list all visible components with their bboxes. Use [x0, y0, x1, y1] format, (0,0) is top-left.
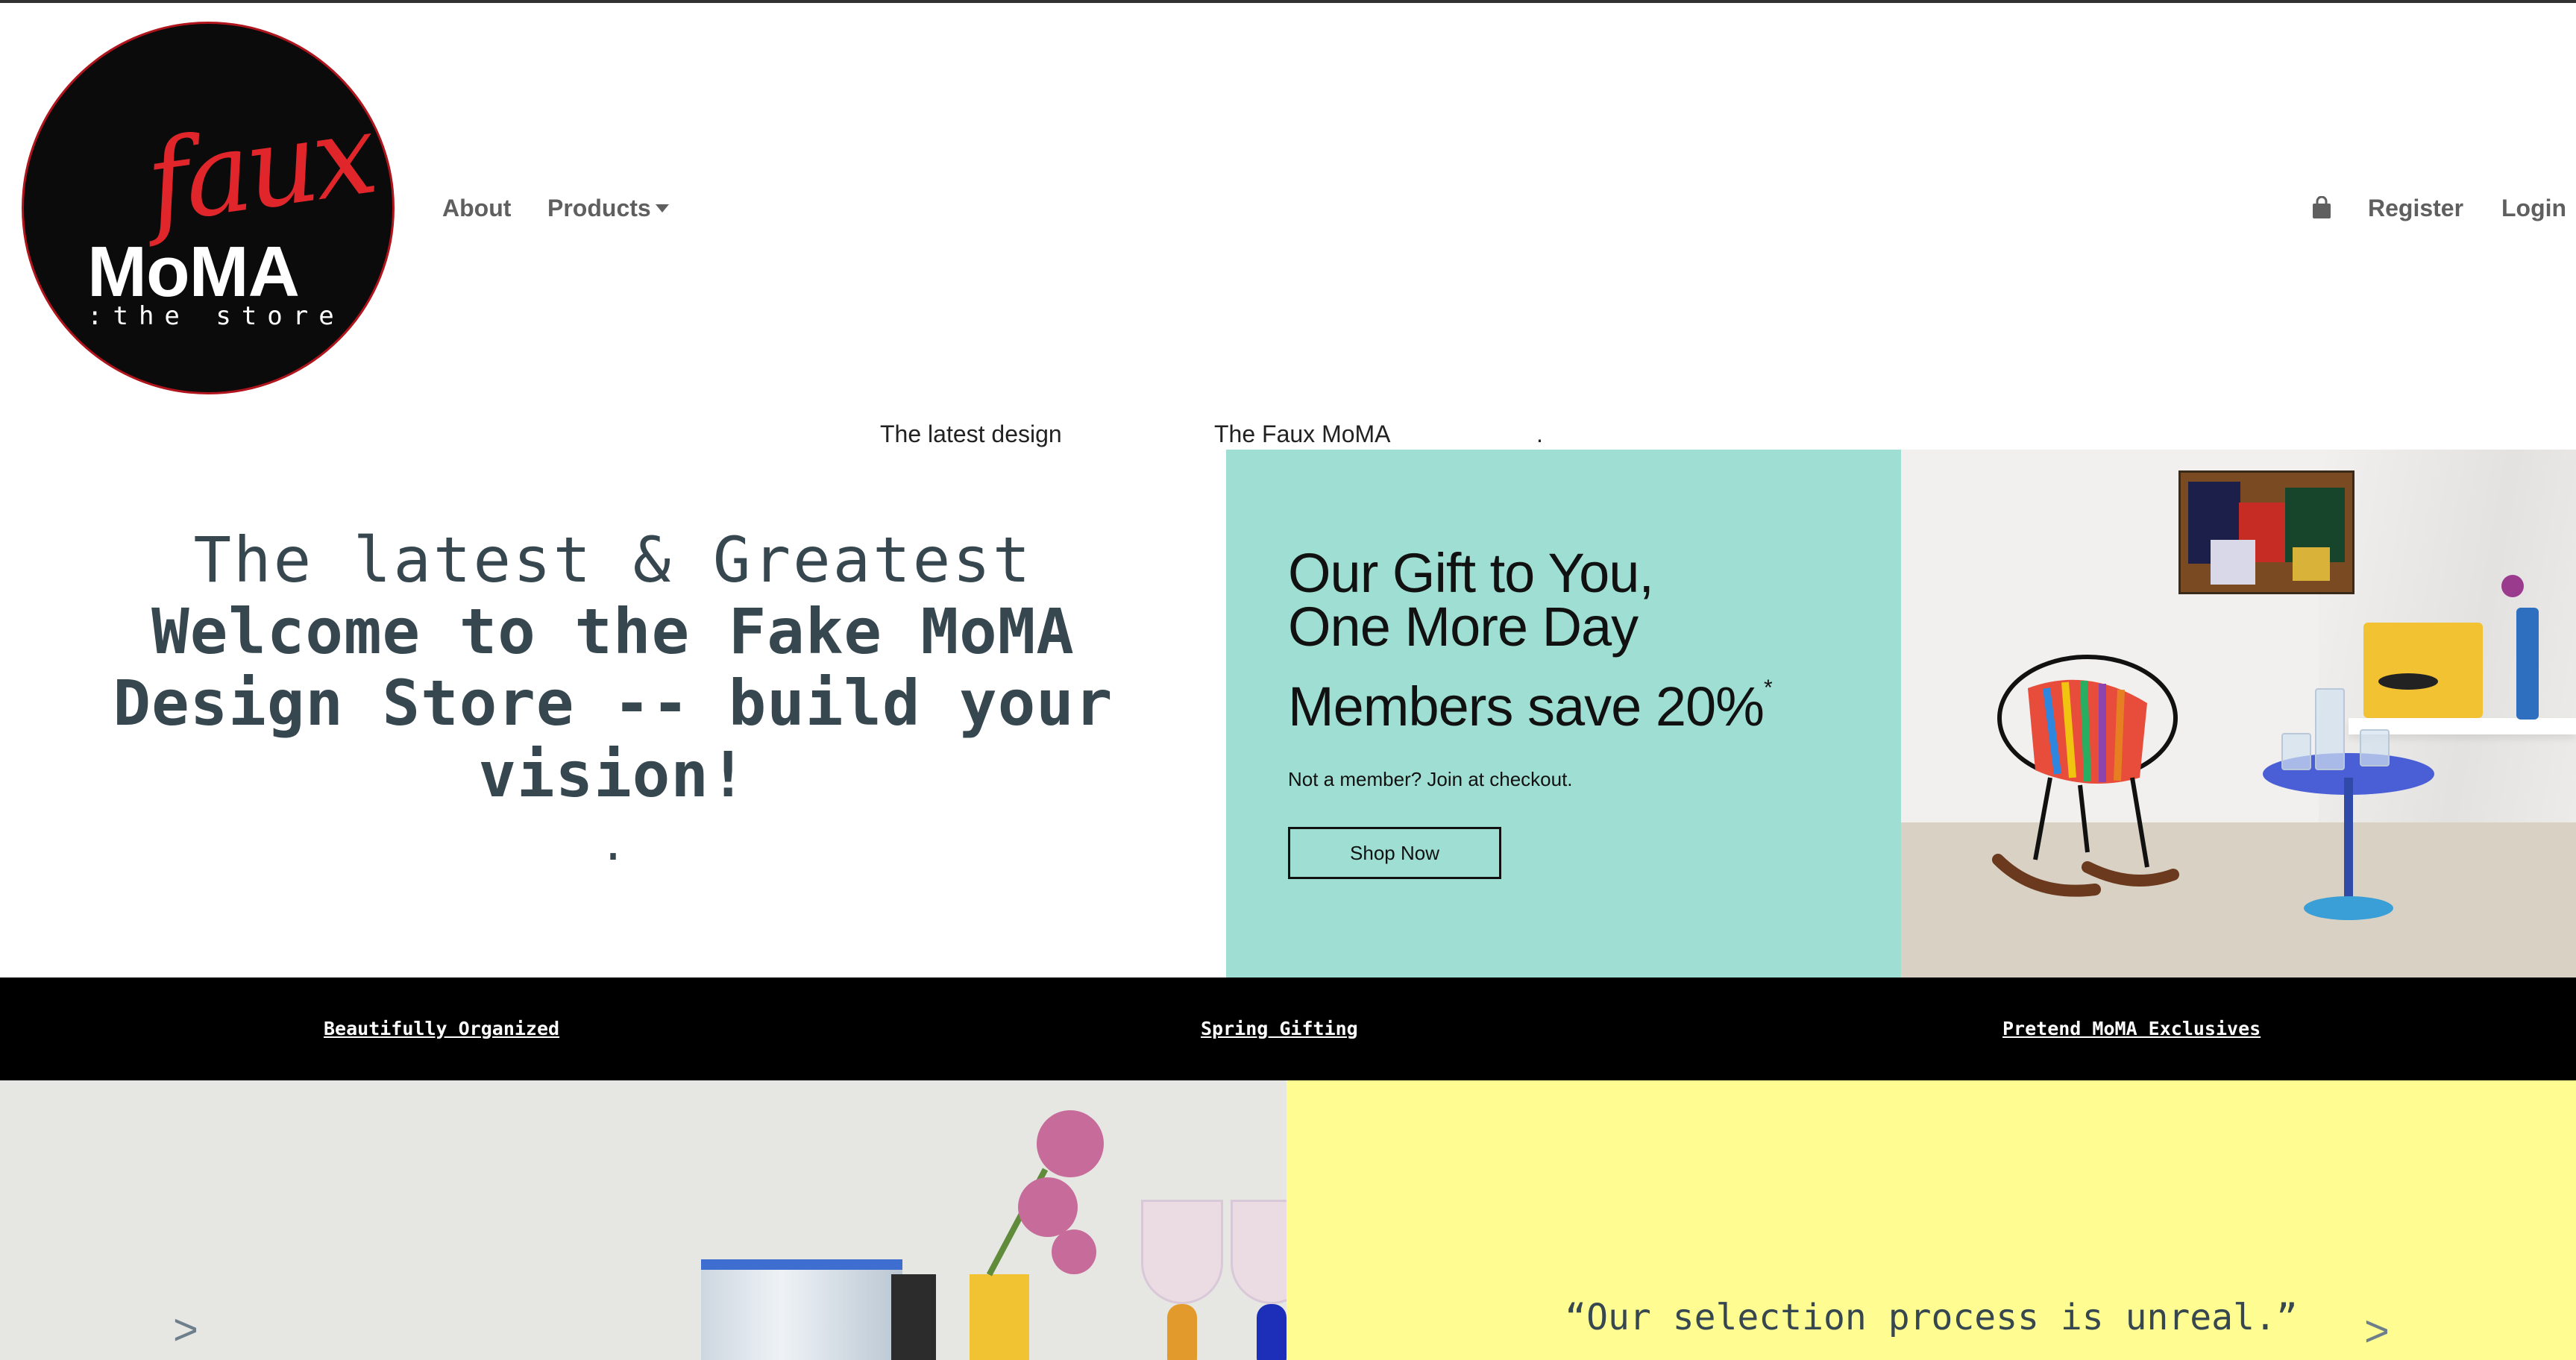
logo-tagline-text: :the store [87, 301, 345, 331]
glass-cup-2 [2360, 729, 2390, 766]
slider-next-arrow[interactable]: > [2364, 1310, 2390, 1353]
nav-products-dropdown[interactable]: Products [547, 190, 669, 226]
wine-glass-2 [1231, 1200, 1287, 1304]
hero-room-image [1901, 450, 2576, 978]
purple-flower [2501, 575, 2524, 597]
top-border [0, 0, 2576, 3]
hero-heading-panel: The latest & Greatest Welcome to the Fak… [0, 450, 1226, 978]
promo-panel: Our Gift to You, One More Day Members sa… [1226, 450, 1901, 978]
store-logo[interactable]: faux MoMA :the store [22, 22, 395, 394]
promo-save-text: Members save 20% [1288, 676, 1765, 737]
turntable [2363, 623, 2483, 718]
slider-prev-arrow[interactable]: > [173, 1309, 198, 1352]
caret-down-icon [655, 204, 669, 213]
subline-text-2: The Faux MoMA [1214, 421, 1391, 447]
wine-glass-1-stem [1167, 1304, 1197, 1360]
promo-title-line-1: Our Gift to You, [1288, 542, 1654, 604]
hero-title: Welcome to the Fake MoMA Design Store --… [113, 595, 1113, 811]
category-link-spring-gifting[interactable]: Spring Gifting [1201, 1016, 1358, 1042]
nav-register-link[interactable]: Register [2368, 190, 2463, 226]
promo-title-line-2: One More Day [1288, 596, 1639, 658]
rocking-chair [1992, 655, 2179, 897]
flower-bloom-2 [1018, 1177, 1078, 1237]
nav-about-link[interactable]: About [442, 190, 511, 226]
logo-script-text: faux [139, 89, 380, 250]
hero-dot: . [599, 819, 627, 871]
blue-vase [2516, 608, 2539, 720]
nav-login-link[interactable]: Login [2501, 190, 2566, 226]
hero-kicker: The latest & Greatest [193, 523, 1033, 596]
shop-now-button[interactable]: Shop Now [1288, 827, 1501, 879]
wall-painting [2178, 470, 2354, 594]
mirror-box [701, 1259, 902, 1360]
logo-name-text: MoMA [87, 232, 300, 312]
promo-title: Our Gift to You, One More Day [1288, 542, 1654, 658]
mirror-box-yellow-panel [970, 1274, 1029, 1360]
category-link-moma-exclusives[interactable]: Pretend MoMA Exclusives [2002, 1016, 2261, 1042]
category-link-beautifully-organized[interactable]: Beautifully Organized [324, 1016, 559, 1042]
flower-bloom-1 [1037, 1110, 1104, 1177]
flower-bloom-3 [1052, 1230, 1096, 1274]
record [2378, 673, 2438, 690]
wine-glass-1 [1141, 1200, 1223, 1304]
subline-text-3: . [1536, 421, 1543, 447]
glass-carafe [2315, 688, 2345, 770]
shopping-bag-icon[interactable] [2310, 196, 2333, 220]
promo-members-save: Members save 20%* [1288, 676, 1773, 737]
nav-products-label: Products [547, 195, 651, 221]
glass-cup-1 [2281, 733, 2311, 770]
subline-text-1: The latest design [880, 421, 1062, 447]
wine-glass-2-stem [1257, 1304, 1287, 1360]
promo-note: Not a member? Join at checkout. [1288, 768, 1573, 790]
mirror-box-dark-panel [891, 1274, 936, 1360]
category-bar: Beautifully Organized Spring Gifting Pre… [0, 978, 2576, 1080]
promo-asterisk: * [1763, 676, 1773, 700]
